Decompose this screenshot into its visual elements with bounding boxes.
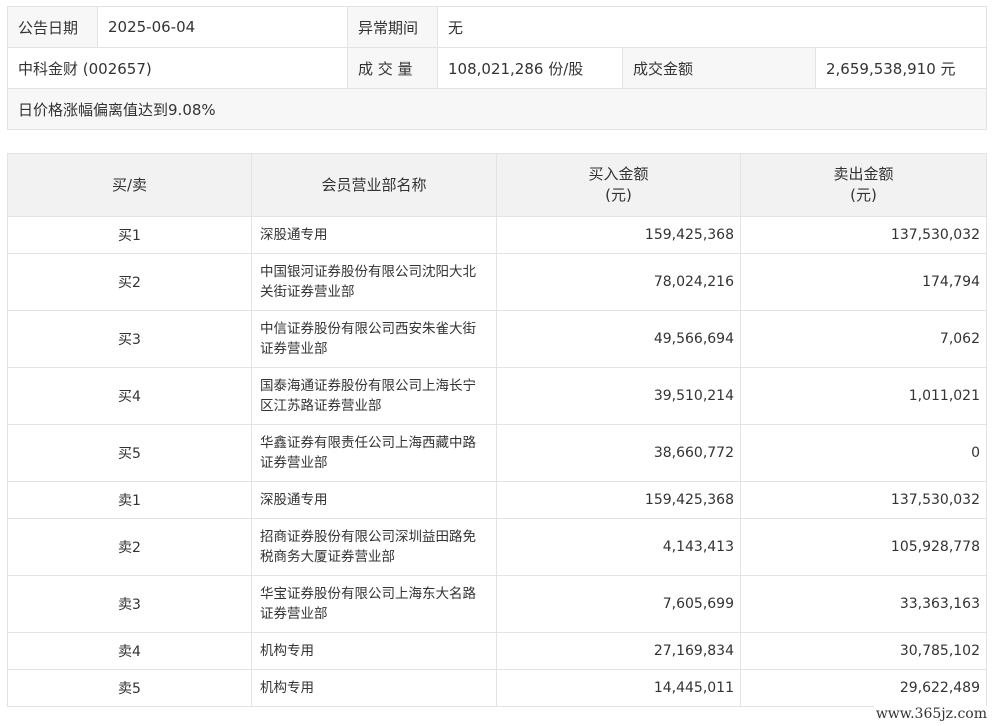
volume-label: 成 交 量 [347,47,438,89]
branch-name-cell: 华宝证券股份有限公司上海东大名路证券营业部 [251,575,497,633]
volume-value: 108,021,286 份/股 [437,47,623,89]
buy-amount-cell: 4,143,413 [496,518,741,576]
buy-amount-cell: 49,566,694 [496,310,741,368]
side-cell: 买2 [7,253,252,311]
sell-amount-cell: 137,530,032 [740,481,987,519]
table-row: 买3 中信证券股份有限公司西安朱雀大街证券营业部 49,566,694 7,06… [7,310,987,368]
branch-name-cell: 机构专用 [251,632,497,670]
sell-amount-cell: 0 [740,424,987,482]
side-cell: 买4 [7,367,252,425]
date-value: 2025-06-04 [97,6,348,48]
trading-detail-table: 买/卖 会员营业部名称 买入金额 (元) 卖出金额 (元) 买1 深股通专用 1… [7,153,987,707]
buy-amount-cell: 27,169,834 [496,632,741,670]
branch-name-cell: 深股通专用 [251,481,497,519]
branch-name-cell: 国泰海通证券股份有限公司上海长宁区江苏路证券营业部 [251,367,497,425]
table-row: 卖5 机构专用 14,445,011 29,622,489 [7,669,987,707]
sell-amount-cell: 1,011,021 [740,367,987,425]
side-cell: 卖1 [7,481,252,519]
summary-row-reason: 日价格涨幅偏离值达到9.08% [7,88,987,130]
sell-amount-cell: 137,530,032 [740,216,987,254]
table-row: 买5 华鑫证券有限责任公司上海西藏中路证券营业部 38,660,772 0 [7,424,987,482]
branch-name-cell: 机构专用 [251,669,497,707]
amount-label: 成交金额 [622,47,816,89]
buy-amount-cell: 14,445,011 [496,669,741,707]
reason-text: 日价格涨幅偏离值达到9.08% [7,88,987,130]
table-row: 卖1 深股通专用 159,425,368 137,530,032 [7,481,987,519]
table-header-row: 买/卖 会员营业部名称 买入金额 (元) 卖出金额 (元) [7,153,987,217]
buy-amount-cell: 38,660,772 [496,424,741,482]
buy-amount-cell: 39,510,214 [496,367,741,425]
side-cell: 卖2 [7,518,252,576]
period-value: 无 [437,6,987,48]
header-sell: 卖出金额 (元) [740,153,987,217]
buy-amount-cell: 159,425,368 [496,216,741,254]
side-cell: 卖3 [7,575,252,633]
sell-amount-cell: 30,785,102 [740,632,987,670]
header-name: 会员营业部名称 [251,153,497,217]
side-cell: 卖5 [7,669,252,707]
announcement-summary-table: 公告日期 2025-06-04 异常期间 无 中科金财 (002657) 成 交… [7,6,987,130]
table-row: 卖3 华宝证券股份有限公司上海东大名路证券营业部 7,605,699 33,36… [7,575,987,633]
table-row: 买1 深股通专用 159,425,368 137,530,032 [7,216,987,254]
summary-row-date: 公告日期 2025-06-04 异常期间 无 [7,6,987,48]
header-buy: 买入金额 (元) [496,153,741,217]
side-cell: 卖4 [7,632,252,670]
sell-amount-cell: 7,062 [740,310,987,368]
side-cell: 买3 [7,310,252,368]
branch-name-cell: 华鑫证券有限责任公司上海西藏中路证券营业部 [251,424,497,482]
amount-value: 2,659,538,910 元 [815,47,987,89]
buy-amount-cell: 78,024,216 [496,253,741,311]
header-sell-line2: (元) [850,186,877,204]
buy-amount-cell: 7,605,699 [496,575,741,633]
site-watermark: www.365jz.com [873,706,989,722]
sell-amount-cell: 33,363,163 [740,575,987,633]
table-row: 买2 中国银河证券股份有限公司沈阳大北关街证券营业部 78,024,216 17… [7,253,987,311]
buy-amount-cell: 159,425,368 [496,481,741,519]
header-buy-line1: 买入金额 [588,165,649,183]
table-row: 卖2 招商证券股份有限公司深圳益田路免税商务大厦证券营业部 4,143,413 … [7,518,987,576]
sell-amount-cell: 105,928,778 [740,518,987,576]
table-row: 卖4 机构专用 27,169,834 30,785,102 [7,632,987,670]
date-label: 公告日期 [7,6,98,48]
sell-amount-cell: 174,794 [740,253,987,311]
branch-name-cell: 中信证券股份有限公司西安朱雀大街证券营业部 [251,310,497,368]
branch-name-cell: 中国银河证券股份有限公司沈阳大北关街证券营业部 [251,253,497,311]
stock-name: 中科金财 (002657) [7,47,348,89]
period-label: 异常期间 [347,6,438,48]
header-sell-line1: 卖出金额 [833,165,894,183]
branch-name-cell: 招商证券股份有限公司深圳益田路免税商务大厦证券营业部 [251,518,497,576]
header-side: 买/卖 [7,153,252,217]
branch-name-cell: 深股通专用 [251,216,497,254]
sell-amount-cell: 29,622,489 [740,669,987,707]
side-cell: 买5 [7,424,252,482]
table-row: 买4 国泰海通证券股份有限公司上海长宁区江苏路证券营业部 39,510,214 … [7,367,987,425]
side-cell: 买1 [7,216,252,254]
header-buy-line2: (元) [605,186,632,204]
summary-row-volume: 中科金财 (002657) 成 交 量 108,021,286 份/股 成交金额… [7,47,987,89]
